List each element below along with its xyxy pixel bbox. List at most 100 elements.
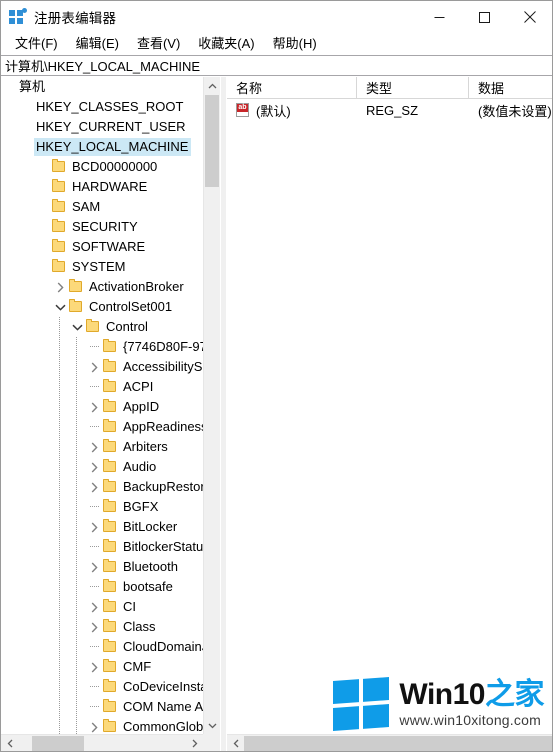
values-horizontal-scrollbar[interactable]: [227, 734, 552, 751]
tree-item[interactable]: SECURITY: [1, 217, 203, 237]
tree-item[interactable]: HKEY_CLASSES_ROOT: [1, 97, 203, 117]
tree-item[interactable]: COM Name Arbiter: [1, 697, 203, 717]
values-list-row[interactable]: ab (默认) REG_SZ (数值未设置): [227, 99, 552, 121]
value-type-cell: REG_SZ: [357, 103, 469, 118]
pane-splitter[interactable]: [220, 77, 227, 751]
tree-item[interactable]: Audio: [1, 457, 203, 477]
tree-item[interactable]: bootsafe: [1, 577, 203, 597]
tree-item[interactable]: SYSTEM: [1, 257, 203, 277]
tree-item[interactable]: ACPI: [1, 377, 203, 397]
tree-item[interactable]: CloudDomainJoin: [1, 637, 203, 657]
chevron-right-icon[interactable]: [86, 397, 102, 417]
tree-root: 算机 HKEY_CLASSES_ROOT HKEY_CURRENT_USER HKEY…: [1, 77, 203, 734]
values-scroll-left-button[interactable]: [227, 735, 244, 752]
tree-item[interactable]: ControlSet001: [1, 297, 203, 317]
chevron-right-icon[interactable]: [86, 557, 102, 577]
tree-item[interactable]: {7746D80F-97E0-4E26: [1, 337, 203, 357]
tree-item[interactable]: CI: [1, 597, 203, 617]
chevron-right-icon[interactable]: [86, 617, 102, 637]
tree-item-label: Bluetooth: [123, 559, 178, 574]
tree-hscroll-track[interactable]: [18, 735, 186, 752]
tree-hscroll-thumb[interactable]: [32, 735, 84, 751]
registry-tree-pane: 算机 HKEY_CLASSES_ROOT HKEY_CURRENT_USER HKEY…: [1, 77, 220, 751]
tree-vscroll-thumb[interactable]: [205, 95, 219, 187]
tree-guide-line: [76, 677, 77, 697]
chevron-right-icon[interactable]: [86, 457, 102, 477]
chevron-down-icon[interactable]: [52, 297, 68, 317]
tree-item[interactable]: AccessibilitySettings: [1, 357, 203, 377]
tree-item[interactable]: Control: [1, 317, 203, 337]
tree-item[interactable]: BitlockerStatus: [1, 537, 203, 557]
chevron-right-icon[interactable]: [86, 657, 102, 677]
tree-twisty-empty: [35, 157, 51, 177]
main-split: 算机 HKEY_CLASSES_ROOT HKEY_CURRENT_USER HKEY…: [1, 77, 552, 751]
chevron-down-icon[interactable]: [69, 317, 85, 337]
tree-guide-elbow: [90, 586, 99, 587]
tree-twisty-empty: [86, 497, 102, 517]
tree-item[interactable]: AppID: [1, 397, 203, 417]
tree-item[interactable]: HKEY_CURRENT_USER: [1, 117, 203, 137]
tree-scroll-up-button[interactable]: [204, 77, 220, 94]
menu-help[interactable]: 帮助(H): [264, 34, 326, 55]
chevron-right-icon[interactable]: [86, 357, 102, 377]
tree-guide-line: [59, 317, 60, 337]
tree-item[interactable]: BCD00000000: [1, 157, 203, 177]
tree-scroll-down-button[interactable]: [204, 717, 220, 734]
folder-icon: [51, 157, 67, 177]
tree-item[interactable]: Bluetooth: [1, 557, 203, 577]
close-button[interactable]: [507, 1, 552, 33]
chevron-right-icon[interactable]: [86, 597, 102, 617]
tree-guide-line: [59, 717, 60, 734]
menu-view[interactable]: 查看(V): [128, 34, 189, 55]
column-header-type[interactable]: 类型: [357, 77, 469, 98]
tree-vertical-scrollbar[interactable]: [203, 77, 220, 734]
tree-item-label: BCD00000000: [72, 159, 158, 174]
tree-item[interactable]: 算机: [1, 77, 203, 97]
minimize-button[interactable]: [417, 1, 462, 33]
tree-item[interactable]: AppReadiness: [1, 417, 203, 437]
values-hscroll-track[interactable]: [244, 735, 552, 752]
tree-guide-line: [76, 597, 77, 617]
tree-item[interactable]: SOFTWARE: [1, 237, 203, 257]
menu-edit[interactable]: 编辑(E): [67, 34, 128, 55]
tree-item[interactable]: BitLocker: [1, 517, 203, 537]
tree-twisty-empty: [35, 197, 51, 217]
tree-item-label: Class: [123, 619, 156, 634]
address-bar[interactable]: 计算机\HKEY_LOCAL_MACHINE: [1, 55, 552, 76]
chevron-right-icon[interactable]: [86, 437, 102, 457]
tree-item-label: Audio: [123, 459, 157, 474]
tree-item[interactable]: ActivationBroker: [1, 277, 203, 297]
chevron-right-icon[interactable]: [86, 717, 102, 734]
maximize-button[interactable]: [462, 1, 507, 33]
watermark-url: www.win10xitong.com: [399, 712, 541, 728]
tree-item[interactable]: HKEY_LOCAL_MACHINE: [1, 137, 203, 157]
tree-item[interactable]: Class: [1, 617, 203, 637]
value-name-cell: ab (默认): [227, 101, 357, 120]
tree-item[interactable]: CMF: [1, 657, 203, 677]
tree-twisty-empty: [86, 637, 102, 657]
tree-item[interactable]: HARDWARE: [1, 177, 203, 197]
tree-item[interactable]: Arbiters: [1, 437, 203, 457]
menu-favorites[interactable]: 收藏夹(A): [189, 34, 263, 55]
chevron-right-icon[interactable]: [86, 517, 102, 537]
site-watermark: Win10之家 www.win10xitong.com: [333, 677, 545, 731]
tree-item[interactable]: SAM: [1, 197, 203, 217]
chevron-right-icon[interactable]: [52, 277, 68, 297]
tree-item[interactable]: CommonGlobUserSet: [1, 717, 203, 734]
tree-item[interactable]: CoDeviceInstallers: [1, 677, 203, 697]
chevron-right-icon[interactable]: [86, 477, 102, 497]
tree-item-label: 算机: [19, 79, 46, 94]
tree-guide-line: [76, 657, 77, 677]
tree-item[interactable]: BackupRestore: [1, 477, 203, 497]
folder-icon: [51, 257, 67, 277]
column-header-data[interactable]: 数据: [469, 77, 552, 98]
menu-file[interactable]: 文件(F): [6, 34, 67, 55]
tree-scroll-right-button[interactable]: [186, 735, 203, 752]
values-hscroll-thumb[interactable]: [244, 735, 552, 751]
tree-item[interactable]: BGFX: [1, 497, 203, 517]
tree-scroll-left-button[interactable]: [1, 735, 18, 752]
tree-horizontal-scrollbar[interactable]: [1, 734, 203, 751]
tree-item-label: CommonGlobUserSet: [123, 719, 203, 734]
column-header-name[interactable]: 名称: [227, 77, 357, 98]
folder-icon: [102, 397, 118, 417]
